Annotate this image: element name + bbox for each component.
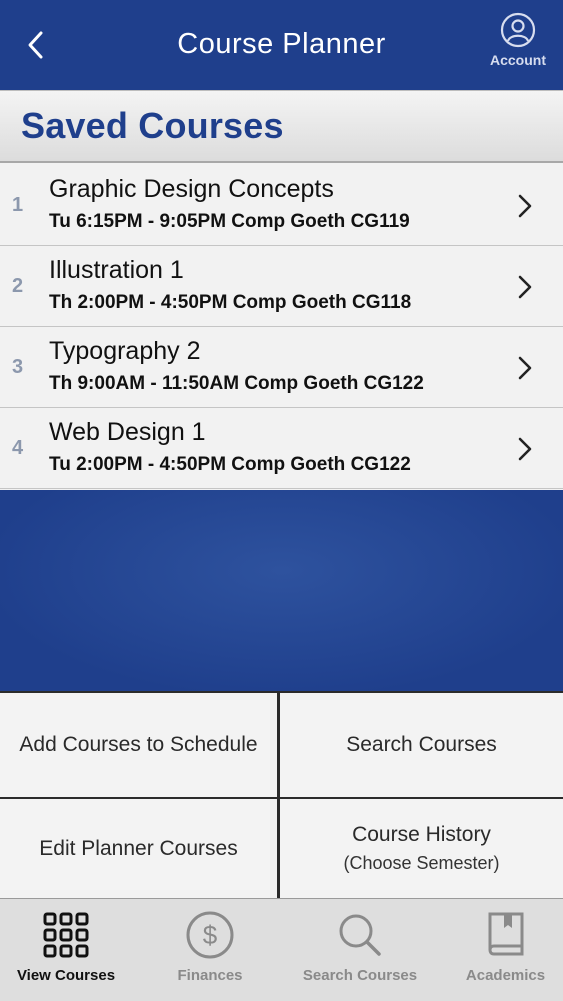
tab-bar: View Courses $ Finances Search Courses A…: [0, 898, 563, 1001]
course-list: 1 Graphic Design Concepts Tu 6:15PM - 9:…: [0, 165, 563, 489]
search-courses-button[interactable]: Search Courses: [280, 693, 563, 797]
course-row[interactable]: 2 Illustration 1 Th 2:00PM - 4:50PM Comp…: [0, 246, 563, 327]
account-label: Account: [490, 52, 546, 68]
add-courses-label: Add Courses to Schedule: [19, 733, 258, 756]
course-number: 1: [12, 194, 24, 216]
tab-label: Academics: [465, 967, 546, 984]
section-header: Saved Courses: [0, 90, 563, 163]
course-row[interactable]: 3 Typography 2 Th 9:00AM - 11:50AM Comp …: [0, 327, 563, 408]
course-history-button[interactable]: Course History (Choose Semester): [280, 799, 563, 898]
tab-view-courses[interactable]: View Courses: [0, 899, 132, 1001]
course-row[interactable]: 4 Web Design 1 Tu 2:00PM - 4:50PM Comp G…: [0, 408, 563, 489]
chevron-right-icon: [518, 275, 532, 299]
tab-label: Search Courses: [302, 967, 418, 984]
svg-text:$: $: [203, 920, 218, 950]
course-history-sublabel: (Choose Semester): [343, 853, 500, 873]
course-number: 4: [12, 437, 24, 459]
chevron-right-icon: [518, 194, 532, 218]
edit-planner-button[interactable]: Edit Planner Courses: [0, 799, 277, 898]
course-time: Tu 6:15PM - 9:05PM Comp Goeth CG119: [49, 211, 410, 232]
edit-planner-label: Edit Planner Courses: [39, 836, 238, 860]
course-time: Tu 2:00PM - 4:50PM Comp Goeth CG122: [49, 454, 411, 475]
course-time: Th 2:00PM - 4:50PM Comp Goeth CG118: [49, 292, 412, 313]
grid-icon: [43, 912, 89, 958]
course-history-label: Course History: [352, 823, 491, 846]
app-header: Course Planner Account: [0, 0, 563, 90]
account-icon: [500, 12, 536, 48]
chevron-right-icon: [518, 356, 532, 380]
tab-label: View Courses: [16, 967, 116, 984]
account-button[interactable]: Account: [487, 12, 549, 78]
tab-finances[interactable]: $ Finances: [150, 899, 270, 1001]
course-name: Web Design 1: [49, 418, 206, 446]
section-title: Saved Courses: [21, 105, 284, 146]
search-courses-label: Search Courses: [346, 733, 497, 756]
page-title: Course Planner: [177, 28, 386, 60]
add-courses-button[interactable]: Add Courses to Schedule: [0, 693, 277, 797]
tab-academics[interactable]: Academics: [448, 899, 563, 1001]
search-icon: [339, 914, 381, 956]
book-icon: [488, 912, 523, 956]
chevron-right-icon: [518, 437, 532, 461]
tab-search-courses[interactable]: Search Courses: [295, 899, 425, 1001]
course-name: Graphic Design Concepts: [49, 175, 334, 203]
course-number: 3: [12, 356, 24, 378]
course-number: 2: [12, 275, 24, 297]
empty-background: [0, 490, 563, 691]
course-name: Illustration 1: [49, 256, 184, 284]
course-row[interactable]: 1 Graphic Design Concepts Tu 6:15PM - 9:…: [0, 165, 563, 246]
tab-label: Finances: [177, 967, 243, 984]
course-time: Th 9:00AM - 11:50AM Comp Goeth CG122: [49, 373, 424, 394]
action-grid: Add Courses to Schedule Search Courses E…: [0, 691, 563, 898]
dollar-icon: $: [186, 911, 234, 959]
course-name: Typography 2: [49, 337, 201, 365]
